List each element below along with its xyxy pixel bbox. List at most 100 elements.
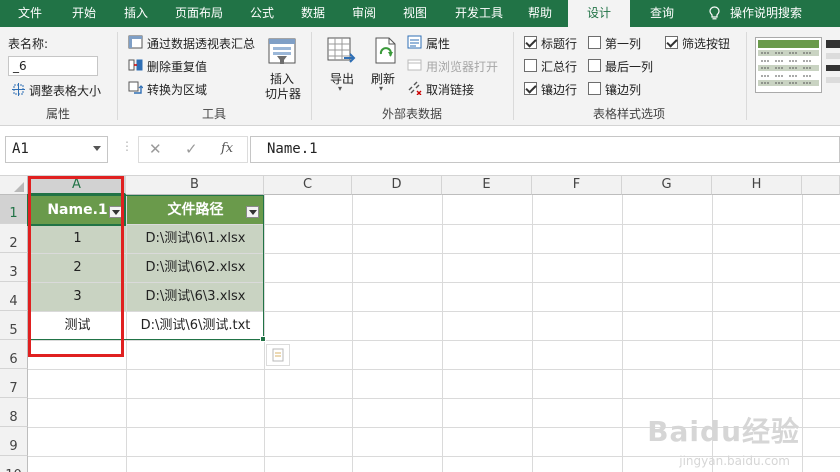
baidu-watermark-url: jingyan.baidu.com [679, 454, 790, 468]
gridline [28, 340, 840, 341]
unlink-icon [408, 81, 422, 95]
column-header-c[interactable]: C [264, 176, 352, 195]
formula-input[interactable]: Name.1 [250, 136, 840, 163]
row-header-3[interactable]: 3 [0, 253, 28, 282]
convert-to-range-button[interactable]: 转换为区域 [147, 81, 207, 98]
gridline [28, 369, 840, 370]
column-header-b[interactable]: B [126, 176, 264, 195]
row-header-10[interactable]: 10 [0, 456, 28, 472]
select-all-icon [14, 182, 24, 192]
export-dropdown-icon[interactable]: ▾ [338, 84, 342, 93]
tab-design[interactable]: 设计 [568, 0, 630, 27]
row-header-4[interactable]: 4 [0, 282, 28, 311]
header-row-checkbox[interactable] [524, 36, 537, 49]
group-divider [746, 32, 747, 120]
highlight-annotation [28, 176, 124, 357]
cancel-icon[interactable]: ✕ [149, 140, 162, 158]
row-header-9[interactable]: 9 [0, 427, 28, 456]
formula-bar: A1 ⋮ ✕ ✓ fx Name.1 [0, 126, 840, 176]
chevron-down-icon[interactable] [93, 146, 101, 151]
row-header-2[interactable]: 2 [0, 224, 28, 253]
insert-function-icon[interactable]: fx [221, 141, 233, 156]
gridline [264, 195, 265, 472]
resize-table-icon [12, 83, 25, 96]
formula-bar-grip-icon: ⋮ [121, 139, 133, 153]
formula-buttons: ✕ ✓ fx [138, 136, 248, 163]
properties-icon [407, 35, 422, 49]
row-header-8[interactable]: 8 [0, 398, 28, 427]
ribbon-tab-bar: 文件 开始 插入 页面布局 公式 数据 审阅 视图 开发工具 帮助 设计 查询 … [0, 0, 840, 27]
table-name-input[interactable]: _6 [8, 56, 98, 76]
first-column-checkbox[interactable] [588, 36, 601, 49]
convert-range-icon [128, 81, 143, 94]
column-header-e[interactable]: E [442, 176, 532, 195]
baidu-watermark: Baidu经验 [647, 415, 800, 448]
gridline [622, 195, 623, 472]
open-in-browser-button[interactable]: 用浏览器打开 [426, 58, 498, 75]
column-header-d[interactable]: D [352, 176, 442, 195]
quick-analysis-button[interactable] [266, 344, 290, 366]
filter-button-label: 筛选按钮 [682, 37, 731, 51]
unlink-button[interactable]: 取消链接 [426, 81, 474, 98]
ribbon-body: 表名称: _6 调整表格大小 属性 通过数据透视表汇总 删除重复值 转换为区域 [0, 27, 840, 126]
filter-button-checkbox[interactable] [665, 36, 678, 49]
row-header-5[interactable]: 5 [0, 311, 28, 340]
quick-analysis-icon [272, 348, 284, 362]
table-style-gallery[interactable] [755, 37, 840, 93]
column-header-f[interactable]: F [532, 176, 622, 195]
tab-query[interactable]: 查询 [640, 0, 684, 27]
last-column-checkbox[interactable] [588, 59, 601, 72]
tell-me-search[interactable]: 操作说明搜索 [730, 0, 816, 27]
style-options-group-label: 表格样式选项 [592, 107, 665, 121]
row-header-6[interactable]: 6 [0, 340, 28, 369]
row-header-1[interactable]: 1 [0, 195, 28, 224]
external-properties-button[interactable]: 属性 [426, 35, 450, 52]
banded-rows-checkbox[interactable] [524, 82, 537, 95]
tab-review[interactable]: 审阅 [342, 0, 386, 27]
tab-file[interactable]: 文件 [0, 0, 60, 27]
insert-slicer-label-line2[interactable]: 切片器 [265, 85, 301, 102]
gridline [352, 195, 353, 472]
remove-duplicates-icon [128, 59, 143, 71]
lightbulb-icon [709, 6, 720, 20]
column-header-g[interactable]: G [622, 176, 712, 195]
total-row-label: 汇总行 [541, 60, 578, 74]
total-row-checkbox[interactable] [524, 59, 537, 72]
banded-columns-label: 镶边列 [605, 83, 642, 97]
tab-help[interactable]: 帮助 [518, 0, 562, 27]
first-column-label: 第一列 [605, 37, 642, 51]
tab-data[interactable]: 数据 [291, 0, 335, 27]
worksheet-grid[interactable]: A B C D E F G H 1 2 3 4 5 6 7 8 9 10 [0, 176, 840, 472]
gridline [442, 195, 443, 472]
export-icon [327, 37, 356, 63]
select-all-corner[interactable] [0, 176, 28, 195]
remove-duplicates-button[interactable]: 删除重复值 [147, 58, 207, 75]
gridline [802, 195, 803, 472]
tab-developer[interactable]: 开发工具 [444, 0, 514, 27]
resize-table-button[interactable]: 调整表格大小 [29, 82, 101, 99]
tab-page-layout[interactable]: 页面布局 [164, 0, 234, 27]
summarize-pivot-button[interactable]: 通过数据透视表汇总 [147, 35, 255, 52]
banded-columns-checkbox[interactable] [588, 82, 601, 95]
column-header-h[interactable]: H [712, 176, 802, 195]
gridline [532, 195, 533, 472]
column-header-partial[interactable] [802, 176, 840, 195]
refresh-dropdown-icon[interactable]: ▾ [379, 84, 383, 93]
header-row-label: 标题行 [541, 37, 578, 51]
tab-view[interactable]: 视图 [393, 0, 437, 27]
tab-insert[interactable]: 插入 [114, 0, 158, 27]
name-box-value: A1 [12, 141, 29, 157]
tab-home[interactable]: 开始 [62, 0, 106, 27]
enter-icon[interactable]: ✓ [185, 140, 198, 158]
pivot-table-icon [128, 35, 143, 49]
tools-group-label: 工具 [201, 107, 226, 121]
gridline [28, 398, 840, 399]
tab-formulas[interactable]: 公式 [240, 0, 284, 27]
name-box[interactable]: A1 [5, 136, 108, 163]
formula-input-value: Name.1 [267, 141, 318, 157]
excel-window: 文件 开始 插入 页面布局 公式 数据 审阅 视图 开发工具 帮助 设计 查询 … [0, 0, 840, 472]
table-resize-handle[interactable] [260, 336, 266, 342]
last-column-label: 最后一列 [605, 60, 654, 74]
properties-group-label: 属性 [45, 107, 70, 121]
row-header-7[interactable]: 7 [0, 369, 28, 398]
